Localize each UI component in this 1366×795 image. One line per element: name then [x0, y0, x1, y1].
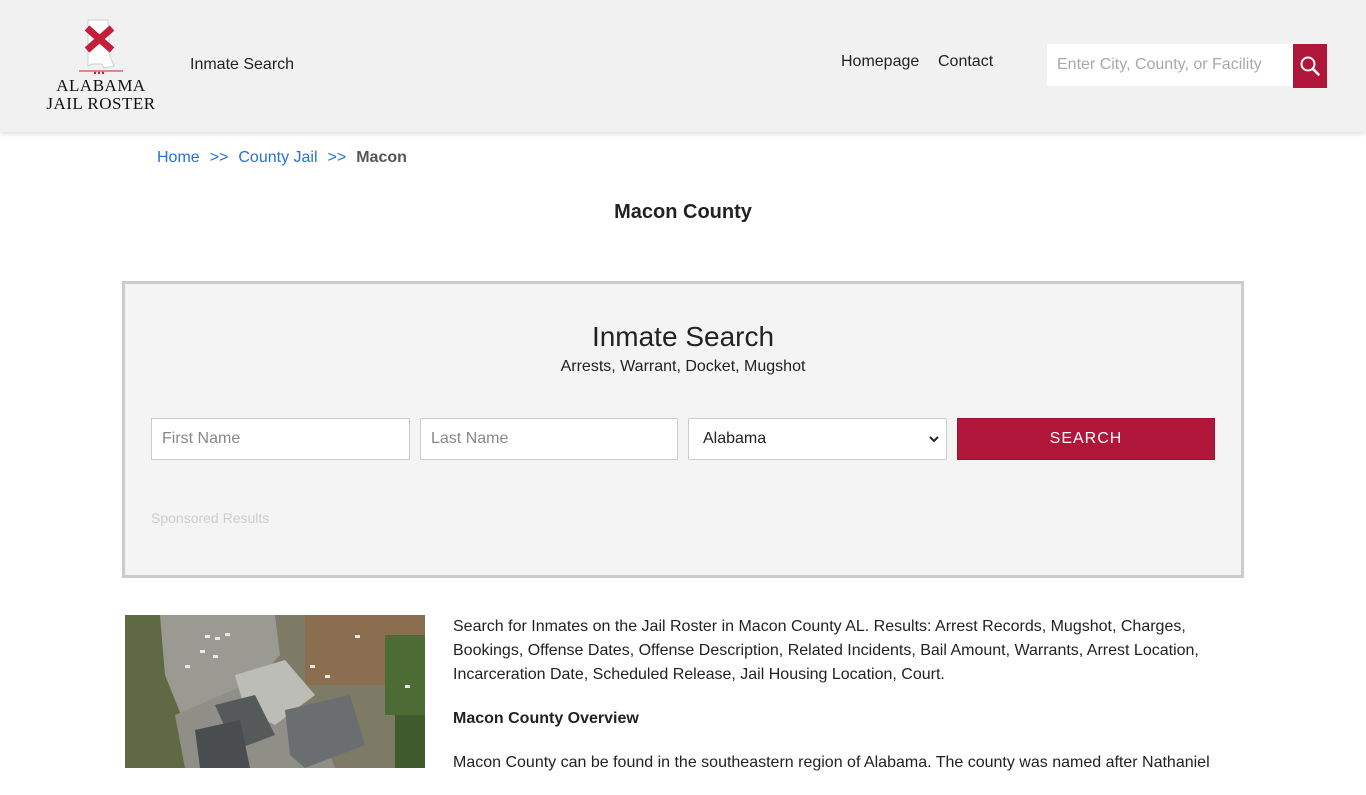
logo-line-1: ALABAMA: [56, 76, 146, 95]
breadcrumb-current: Macon: [356, 149, 407, 166]
breadcrumb-county-jail[interactable]: County Jail: [238, 149, 317, 166]
intro-paragraph: Search for Inmates on the Jail Roster in…: [453, 618, 1199, 683]
logo-line-2: JAIL ROSTER: [46, 94, 156, 113]
sponsored-results-label: Sponsored Results: [151, 510, 270, 526]
facility-search-button[interactable]: [1293, 44, 1327, 88]
breadcrumb-separator: >>: [209, 149, 229, 166]
breadcrumb-separator: >>: [327, 149, 347, 166]
last-name-input[interactable]: [420, 418, 678, 460]
nav-contact[interactable]: Contact: [938, 53, 993, 71]
breadcrumb-home[interactable]: Home: [157, 149, 200, 166]
nav-homepage[interactable]: Homepage: [841, 53, 919, 71]
inmate-search-panel: Inmate Search Arrests, Warrant, Docket, …: [122, 281, 1244, 578]
breadcrumb: Home >> County Jail >> Macon: [157, 149, 407, 167]
overview-heading: Macon County Overview: [453, 710, 639, 727]
facility-search-input[interactable]: [1047, 44, 1293, 86]
state-select-value: Alabama: [703, 430, 767, 447]
site-logo[interactable]: ALABAMA JAIL ROSTER: [44, 16, 158, 116]
chevron-down-icon: [929, 436, 939, 443]
panel-title: Inmate Search: [591, 321, 775, 352]
inmate-search-button[interactable]: SEARCH: [957, 418, 1215, 460]
alabama-map-icon: [79, 19, 123, 75]
page-title: Macon County: [614, 201, 752, 223]
overview-paragraph: Macon County can be found in the southea…: [453, 754, 1210, 771]
jail-aerial-photo: [125, 615, 425, 768]
first-name-input[interactable]: [151, 418, 410, 460]
panel-subtitle: Arrests, Warrant, Docket, Mugshot: [560, 358, 806, 375]
site-header: ALABAMA JAIL ROSTER Inmate Search Homepa…: [0, 0, 1366, 132]
nav-inmate-search[interactable]: Inmate Search: [190, 56, 294, 74]
state-select[interactable]: Alabama: [688, 418, 947, 460]
county-description: Search for Inmates on the Jail Roster in…: [453, 615, 1233, 795]
search-icon: [1300, 56, 1320, 76]
